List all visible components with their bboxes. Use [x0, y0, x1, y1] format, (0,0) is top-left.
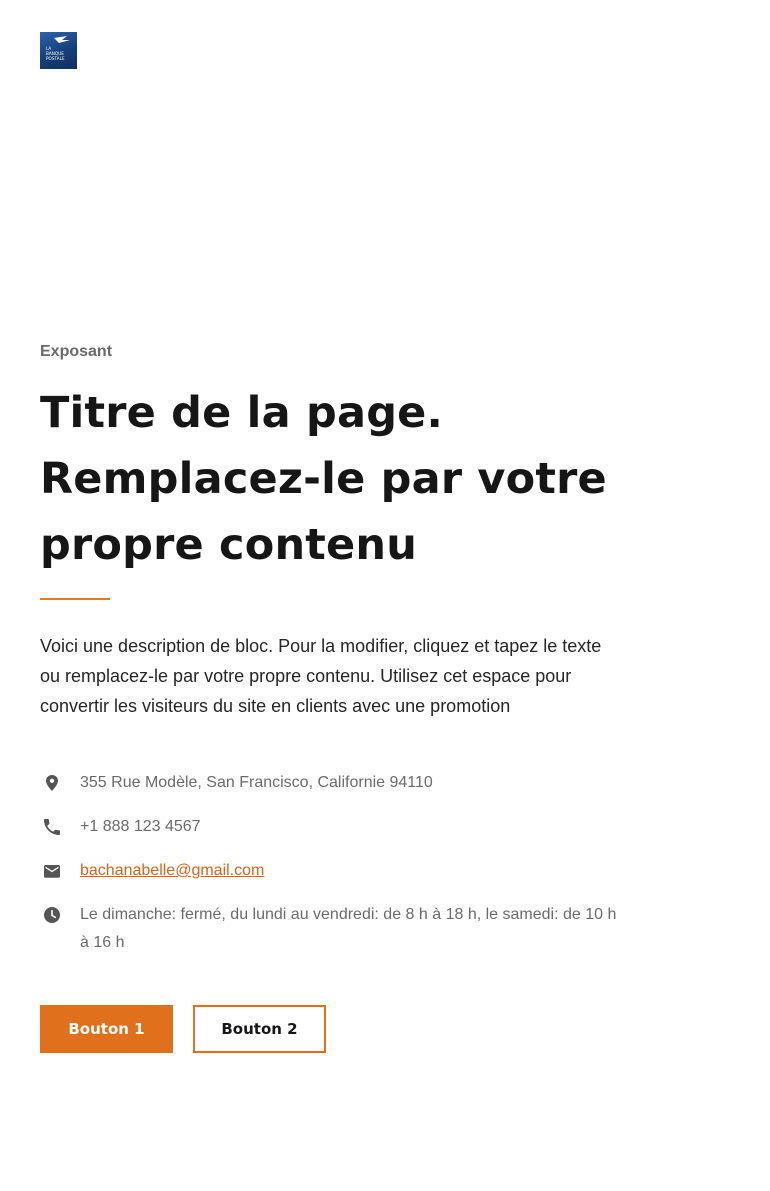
contact-email: bachanabelle@gmail.com: [40, 857, 620, 885]
contact-hours: Le dimanche: fermé, du lundi au vendredi…: [40, 901, 620, 957]
secondary-button[interactable]: Bouton 2: [193, 1005, 326, 1053]
phone-icon: [40, 813, 64, 841]
envelope-icon: [40, 857, 64, 885]
contact-info-list: 355 Rue Modèle, San Francisco, Californi…: [40, 769, 620, 973]
title-divider: [40, 598, 110, 600]
address-text: 355 Rue Modèle, San Francisco, Californi…: [80, 774, 433, 791]
page-title: Titre de la page. Remplacez-le par votre…: [40, 388, 607, 570]
logo-line-3: POSTALE: [46, 56, 65, 61]
phone-text: +1 888 123 4567: [80, 818, 201, 835]
action-buttons: Bouton 1 Bouton 2: [40, 1005, 326, 1053]
map-pin-icon: [40, 769, 64, 797]
clock-icon: [40, 901, 64, 929]
primary-button[interactable]: Bouton 1: [40, 1005, 173, 1053]
bank-logo[interactable]: LA BANQUE POSTALE: [40, 32, 77, 69]
hero-description: Voici une description de bloc. Pour la m…: [40, 636, 602, 716]
contact-address: 355 Rue Modèle, San Francisco, Californi…: [40, 769, 620, 797]
email-link[interactable]: bachanabelle@gmail.com: [80, 857, 264, 885]
bank-logo-mark: LA BANQUE POSTALE: [46, 36, 70, 61]
hours-text: Le dimanche: fermé, du lundi au vendredi…: [80, 906, 617, 951]
contact-phone: +1 888 123 4567: [40, 813, 620, 841]
hero-kicker: Exposant: [40, 343, 113, 360]
